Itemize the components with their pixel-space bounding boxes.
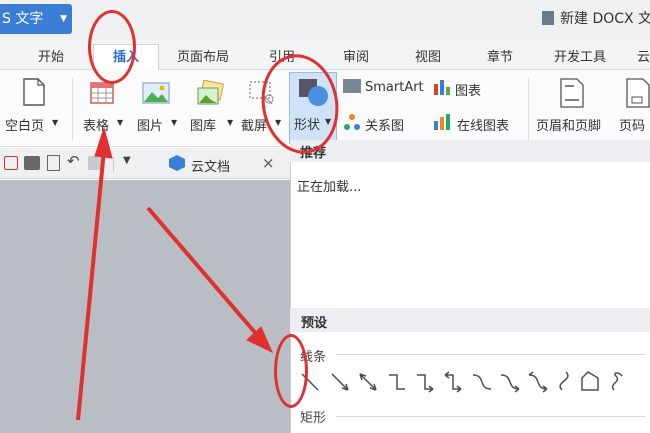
annotation-arrows [76, 126, 274, 421]
